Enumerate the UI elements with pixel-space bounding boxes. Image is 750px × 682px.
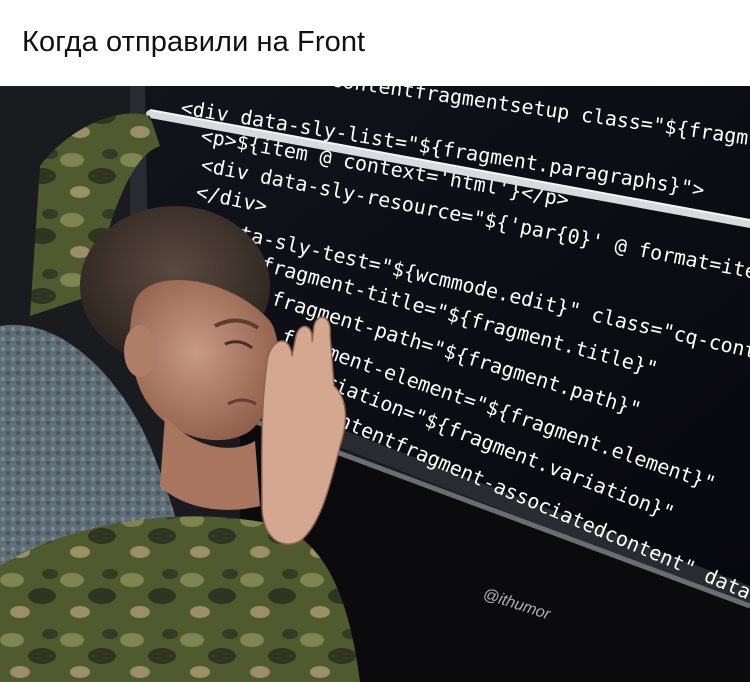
ear [124, 325, 156, 377]
caption-bar: Когда отправили на Front [0, 0, 750, 86]
meme-photo: contentfragmentsetup class="${fragm <div… [0, 86, 750, 682]
photo-scene: contentfragmentsetup class="${fragm <div… [0, 86, 750, 682]
caption-text: Когда отправили на Front [22, 26, 366, 58]
